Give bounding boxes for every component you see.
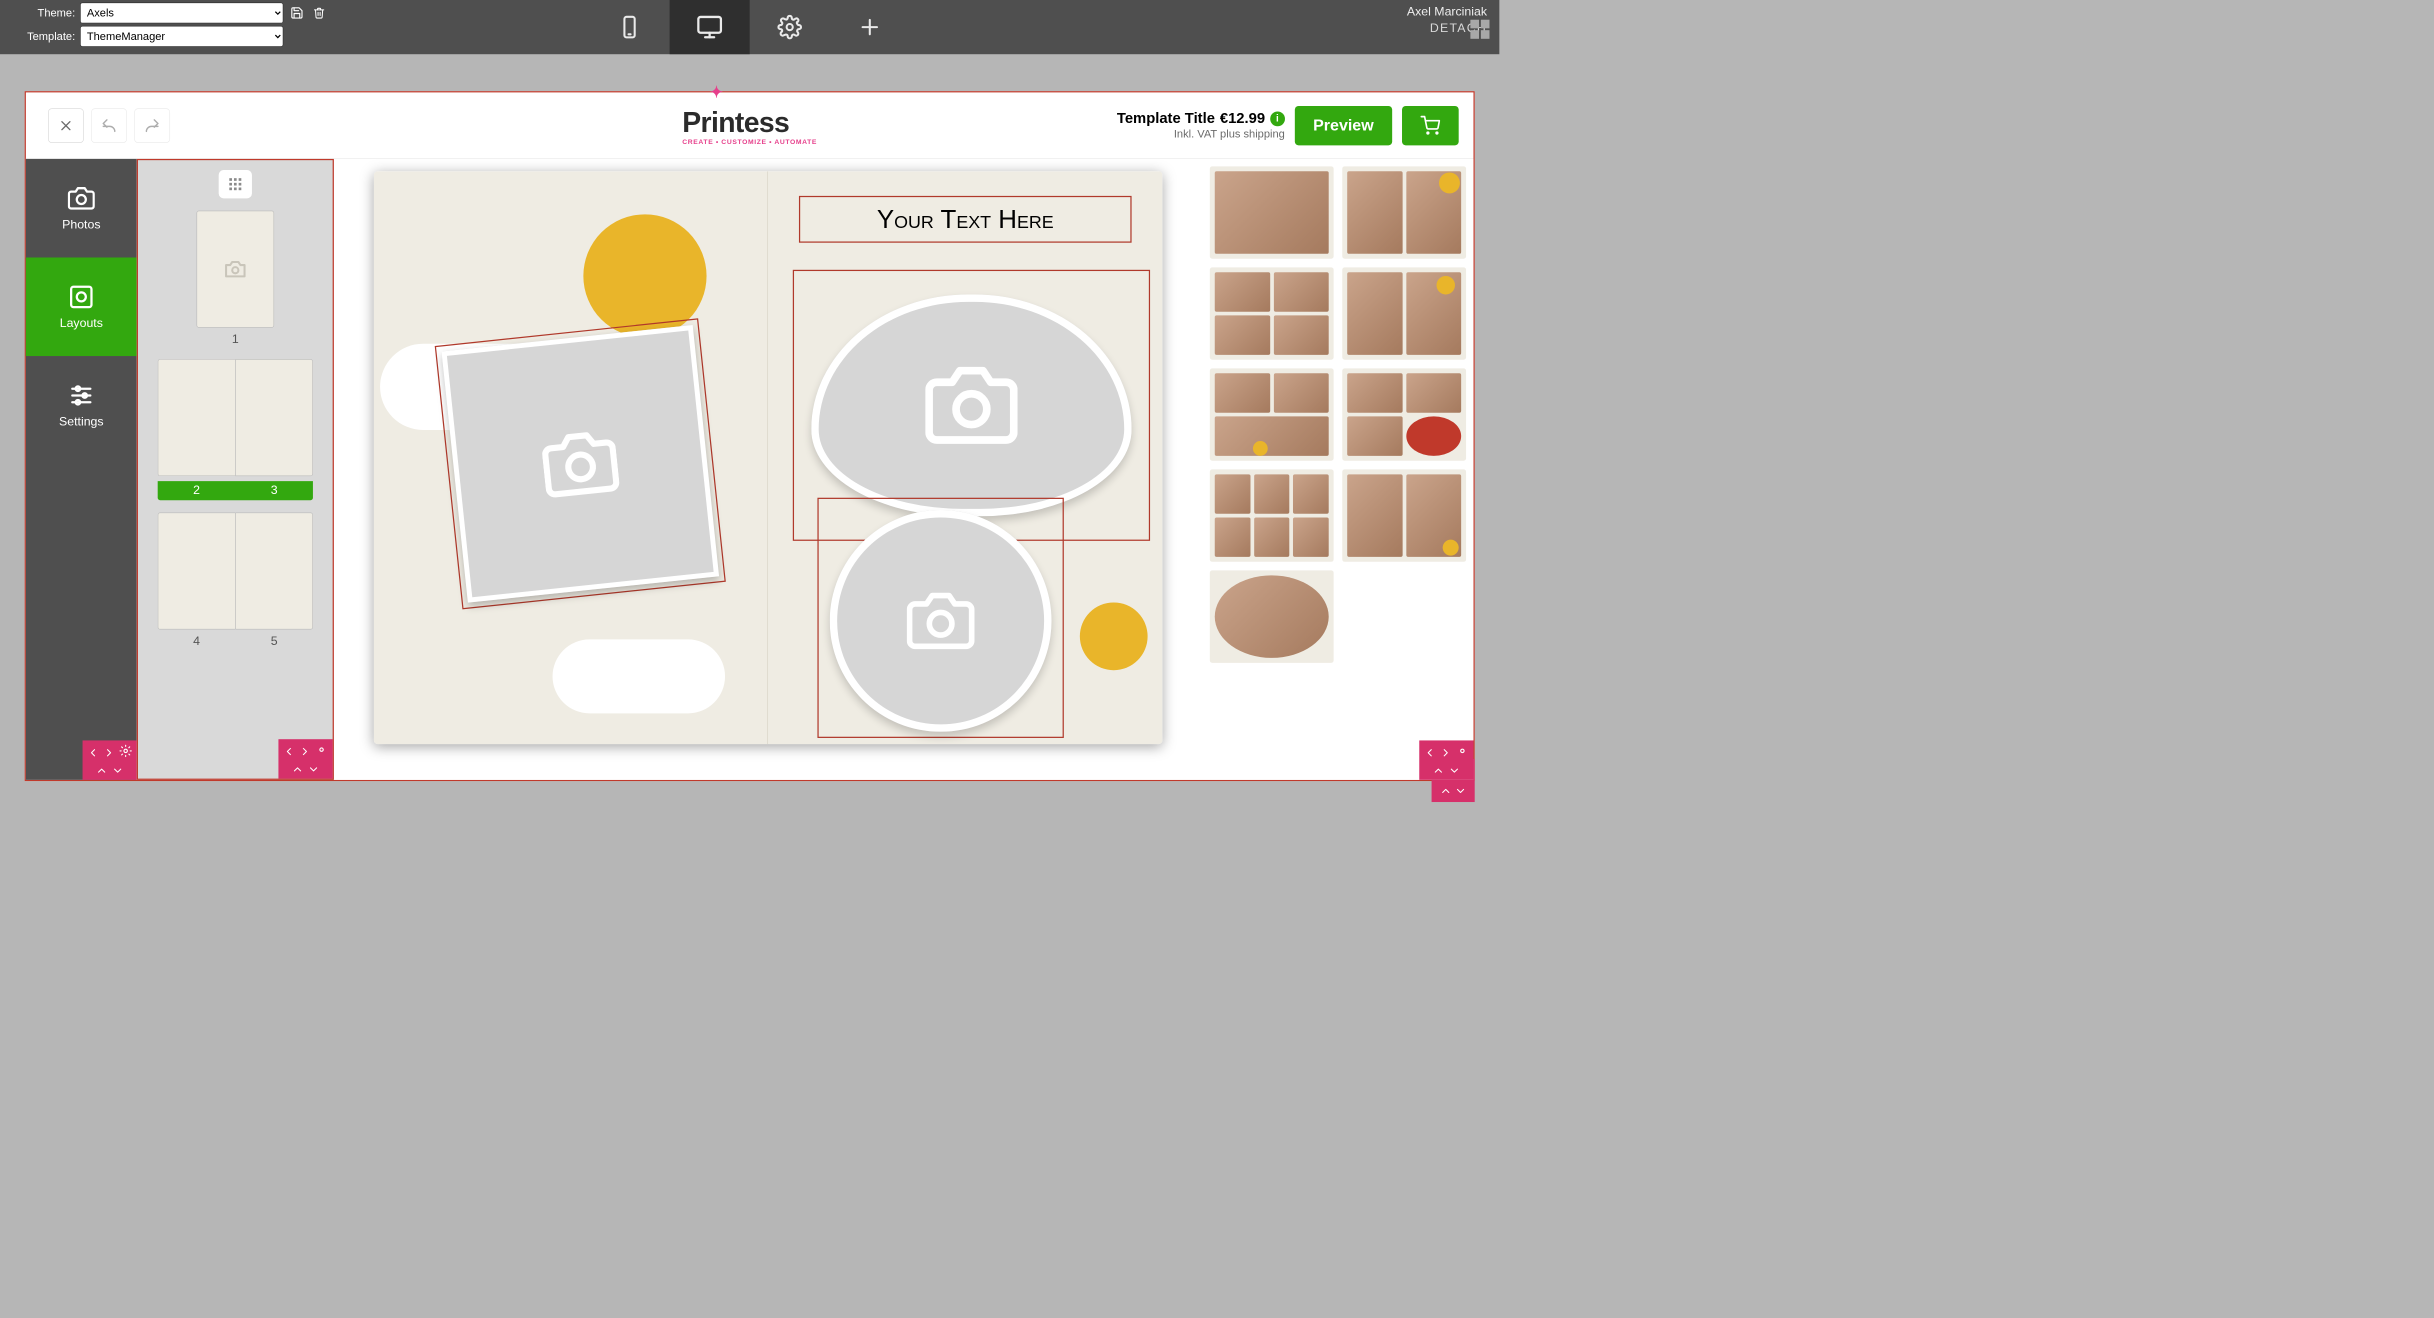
close-button[interactable] bbox=[48, 108, 84, 142]
panel-pin-sidebar[interactable] bbox=[83, 740, 137, 779]
page-thumb-4-5: 4 5 bbox=[158, 513, 313, 649]
vat-note: Inkl. VAT plus shipping bbox=[1117, 128, 1285, 141]
device-mobile-button[interactable] bbox=[590, 0, 670, 54]
page-thumb[interactable] bbox=[158, 513, 236, 630]
user-name: Axel Marciniak bbox=[1407, 5, 1487, 19]
save-icon[interactable] bbox=[288, 4, 305, 21]
page-thumb[interactable] bbox=[235, 359, 313, 476]
canvas: Your Text Here bbox=[334, 159, 1203, 780]
undo-button[interactable] bbox=[91, 108, 127, 142]
sidebar-item-label: Layouts bbox=[60, 316, 103, 330]
layout-template[interactable] bbox=[1210, 267, 1334, 359]
sidebar: Photos Layouts Settings bbox=[26, 159, 137, 780]
app-topbar: Theme: Axels Template: ThemeManager bbox=[0, 0, 1499, 54]
price-info-icon[interactable]: i bbox=[1270, 111, 1285, 126]
layout-template[interactable] bbox=[1342, 469, 1466, 561]
sidebar-item-label: Settings bbox=[59, 415, 104, 429]
sidebar-item-layouts[interactable]: Layouts bbox=[26, 257, 137, 356]
template-select[interactable]: ThemeManager bbox=[80, 26, 283, 47]
panel-pin-pages[interactable] bbox=[278, 739, 332, 778]
sidebar-item-label: Photos bbox=[62, 218, 100, 232]
trash-icon[interactable] bbox=[310, 4, 327, 21]
theme-select[interactable]: Axels bbox=[80, 2, 283, 23]
page-thumb[interactable] bbox=[158, 359, 236, 476]
template-title: Template Title bbox=[1117, 110, 1215, 127]
templates-panel bbox=[1202, 159, 1473, 780]
page-number: 5 bbox=[235, 634, 313, 648]
text-placeholder[interactable]: Your Text Here bbox=[799, 196, 1132, 243]
image-placeholder-circle[interactable] bbox=[830, 510, 1052, 732]
page-number: 1 bbox=[158, 333, 313, 347]
layout-template[interactable] bbox=[1210, 368, 1334, 460]
editor-header: Pri✦ntess CREATE • CUSTOMIZE • AUTOMATE … bbox=[26, 92, 1474, 159]
cart-button[interactable] bbox=[1402, 106, 1459, 145]
pages-strip: 1 2 3 4 5 bbox=[137, 159, 334, 780]
page-thumb-2-3: 2 3 bbox=[158, 359, 313, 500]
sidebar-item-photos[interactable]: Photos bbox=[26, 159, 137, 258]
editor-frame: Pri✦ntess CREATE • CUSTOMIZE • AUTOMATE … bbox=[25, 91, 1475, 781]
template-price: €12.99 bbox=[1220, 110, 1265, 127]
layout-template[interactable] bbox=[1210, 166, 1334, 258]
book-spread: Your Text Here bbox=[374, 171, 1162, 744]
page-number: 4 bbox=[158, 634, 236, 648]
preview-button[interactable]: Preview bbox=[1295, 106, 1393, 145]
sidebar-item-settings[interactable]: Settings bbox=[26, 356, 137, 455]
panel-pin-templates[interactable] bbox=[1419, 740, 1473, 779]
page-number: 3 bbox=[235, 484, 313, 498]
pages-grid-button[interactable] bbox=[219, 170, 252, 198]
layout-template[interactable] bbox=[1210, 469, 1334, 561]
template-label: Template: bbox=[7, 30, 75, 43]
theme-label: Theme: bbox=[7, 6, 75, 19]
layout-template[interactable] bbox=[1342, 267, 1466, 359]
page-thumb[interactable] bbox=[197, 211, 275, 328]
page-number: 2 bbox=[158, 484, 236, 498]
page-right[interactable]: Your Text Here bbox=[768, 171, 1162, 744]
page-thumb[interactable] bbox=[235, 513, 313, 630]
layout-grid-icon[interactable]: + bbox=[1470, 20, 1489, 39]
layout-template[interactable] bbox=[1342, 368, 1466, 460]
redo-button[interactable] bbox=[134, 108, 170, 142]
settings-gear-button[interactable] bbox=[750, 0, 830, 54]
layout-template[interactable] bbox=[1210, 570, 1334, 662]
add-button[interactable] bbox=[830, 0, 910, 54]
page-left[interactable] bbox=[374, 171, 768, 744]
device-desktop-button[interactable] bbox=[670, 0, 750, 54]
brand-logo: Pri✦ntess CREATE • CUSTOMIZE • AUTOMATE bbox=[682, 105, 817, 146]
layout-template[interactable] bbox=[1342, 166, 1466, 258]
page-thumb-1: 1 bbox=[158, 211, 313, 347]
